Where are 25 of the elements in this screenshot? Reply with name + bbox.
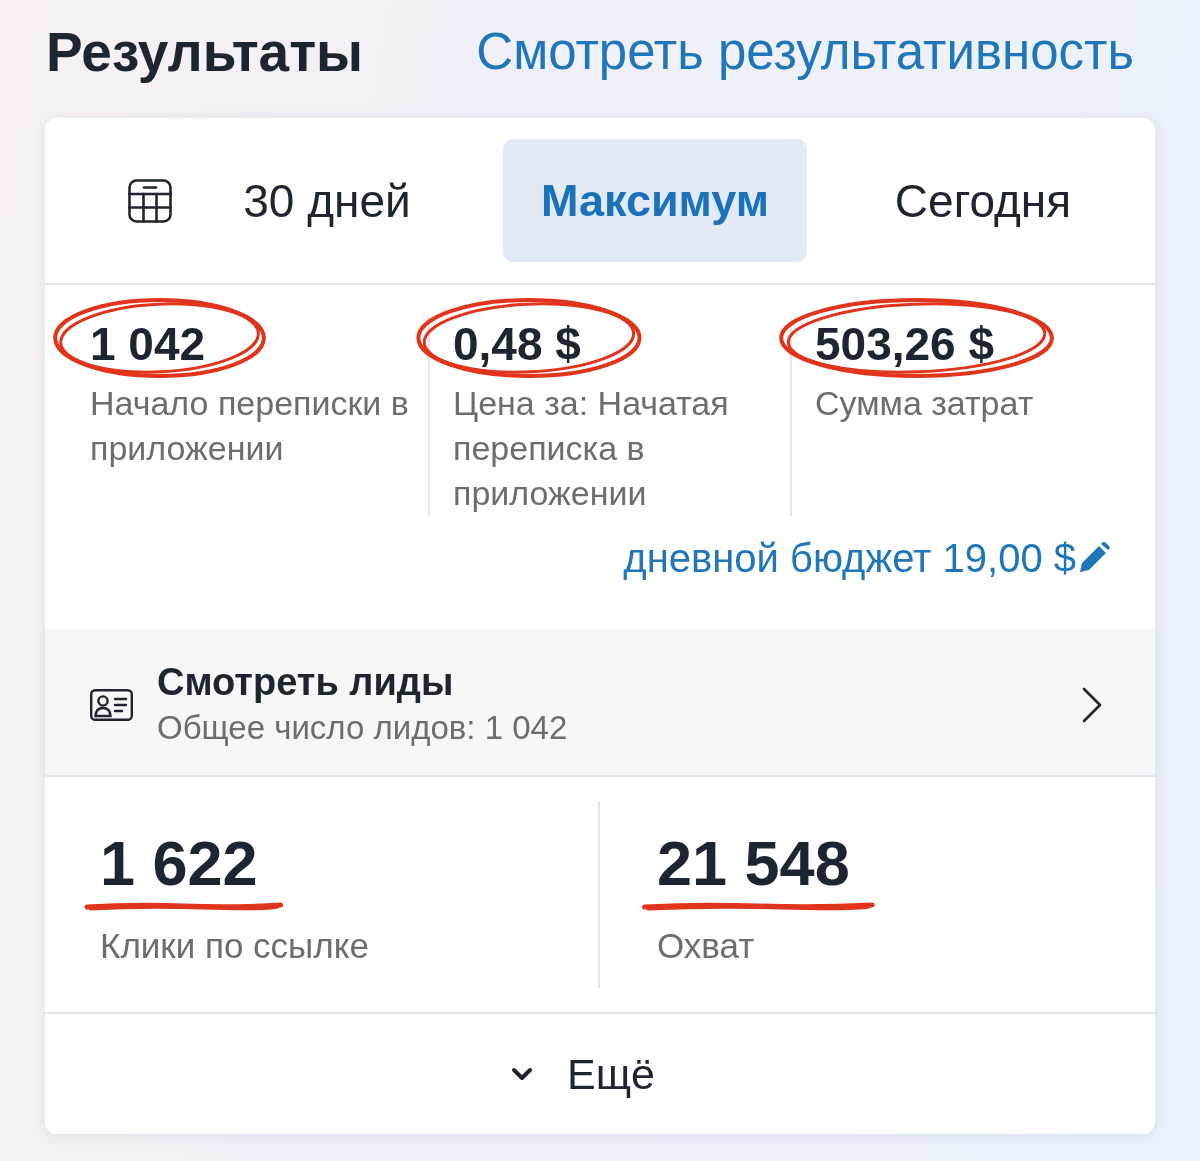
metric-label: Начало переписки в приложении — [90, 383, 410, 469]
metric-value: 1 042 — [90, 319, 206, 369]
leads-count: Общее число лидов: 1 042 — [157, 708, 568, 748]
chevron-right-icon — [1082, 687, 1102, 723]
period-tab[interactable]: Сегодня — [831, 139, 1135, 262]
stat-value: 21 548 — [657, 827, 850, 899]
leads-title: Смотреть лиды — [157, 660, 454, 705]
more-button[interactable]: Ещё — [501, 1041, 665, 1107]
metric-label: Сумма затрат — [815, 383, 1034, 424]
calendar-icon[interactable] — [128, 178, 172, 223]
metric-value: 503,26 $ — [815, 319, 995, 369]
page-title: Результаты — [46, 20, 364, 84]
chevron-down-icon — [511, 1067, 533, 1081]
pencil-icon[interactable] — [1078, 542, 1110, 574]
stat-label: Клики по ссылке — [100, 925, 369, 967]
metric-value: 0,48 $ — [453, 319, 581, 369]
view-leads-row[interactable]: Смотреть лиды Общее число лидов: 1 042 — [45, 629, 1155, 775]
period-tab[interactable]: Максимум — [503, 139, 807, 262]
daily-budget-link[interactable]: дневной бюджет 19,00 $ — [623, 534, 1076, 582]
stat-label: Охват — [657, 925, 755, 967]
period-tab[interactable]: 30 дней — [175, 139, 479, 262]
stat-value: 1 622 — [100, 827, 258, 899]
view-performance-link[interactable]: Смотреть результативность — [476, 20, 1134, 84]
metric-label: Цена за: Начатая переписка в приложении — [453, 383, 730, 514]
id-card-icon — [90, 689, 133, 721]
